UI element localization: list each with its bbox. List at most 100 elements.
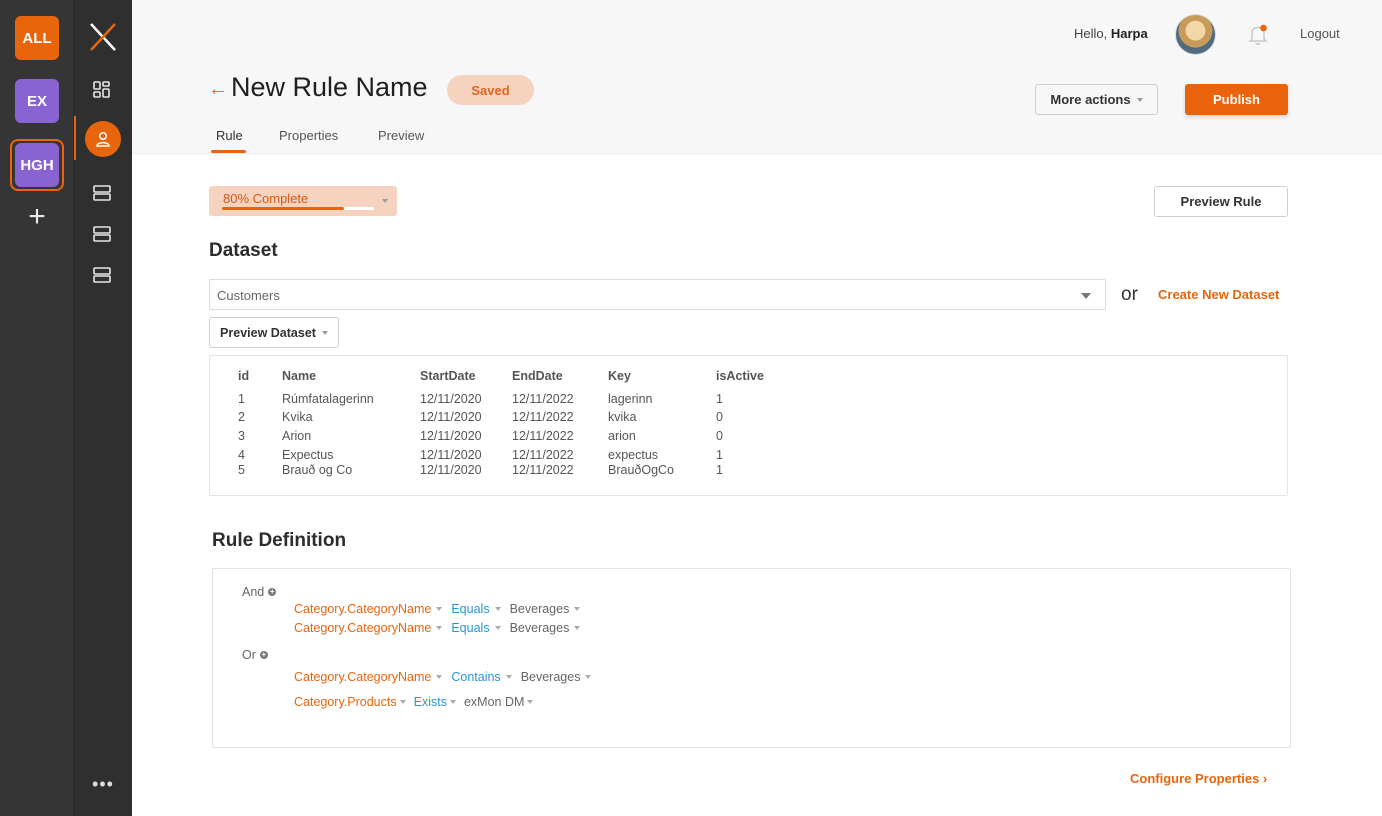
progress-dropdown[interactable]: 80% Complete (209, 186, 397, 216)
page-title: New Rule Name (231, 72, 428, 102)
progress-bar (222, 207, 374, 210)
chevron-down-icon (1136, 97, 1143, 102)
create-new-dataset-link[interactable]: Create New Dataset (1158, 287, 1279, 302)
table-cell: 1 (238, 392, 245, 406)
table-cell: 5 (238, 463, 245, 477)
logout-link[interactable]: Logout (1300, 26, 1340, 41)
dashboard-icon[interactable] (91, 79, 113, 101)
condition-value-select[interactable]: Beverages (510, 621, 570, 635)
chevron-down-icon (436, 626, 443, 630)
table-cell: 12/11/2022 (512, 429, 574, 443)
workspace-all-button[interactable]: ALL (15, 16, 59, 60)
table-cell: 2 (238, 410, 245, 424)
rule-definition-heading: Rule Definition (212, 530, 347, 551)
table-cell: 12/11/2022 (512, 448, 574, 462)
user-greeting: Hello, Harpa (1074, 26, 1148, 41)
workspace-rail: ALL EX HGH + (0, 0, 74, 816)
user-icon (96, 131, 110, 147)
column-header: id (238, 369, 250, 383)
add-workspace-button[interactable]: + (22, 202, 52, 233)
preview-dataset-label: Preview Dataset (220, 325, 316, 340)
tab-properties[interactable]: Properties (279, 128, 338, 143)
column-header: isActive (716, 369, 764, 383)
workspace-ex-button[interactable]: EX (15, 79, 59, 123)
rule-builder: And + Category.CategoryName Equals Bever… (212, 568, 1291, 748)
chevron-down-icon (574, 626, 581, 630)
table-cell: Expectus (282, 448, 334, 462)
active-tab-indicator (211, 150, 246, 153)
or-group-operator[interactable]: Or + (242, 648, 268, 662)
tab-preview[interactable]: Preview (378, 128, 424, 143)
and-group-operator[interactable]: And + (242, 585, 277, 599)
table-cell: 12/11/2020 (420, 463, 482, 477)
rule-condition: Category.CategoryName Equals Beverages (294, 621, 589, 635)
list-icon[interactable] (91, 182, 113, 204)
table-cell: arion (608, 429, 636, 443)
notification-bell-icon[interactable] (1248, 24, 1268, 46)
progress-label: 80% Complete (223, 191, 309, 206)
greeting-prefix: Hello, (1074, 26, 1108, 41)
avatar[interactable] (1175, 14, 1216, 55)
configure-properties-link[interactable]: Configure Properties › (1130, 771, 1267, 786)
condition-value-select[interactable]: Beverages (521, 670, 581, 684)
condition-operator-select[interactable]: Contains (451, 670, 500, 684)
group-operator-label: And (242, 585, 265, 599)
chevron-down-icon (585, 675, 592, 679)
app-logo-icon[interactable] (88, 22, 118, 52)
chevron-down-icon (382, 199, 388, 203)
dataset-select[interactable]: Customers (209, 279, 1106, 310)
table-cell: 1 (716, 392, 723, 406)
more-menu-button[interactable]: ••• (88, 775, 118, 793)
table-cell: 3 (238, 429, 245, 443)
table-cell: expectus (608, 448, 659, 462)
table-cell: Brauð og Co (282, 463, 353, 477)
condition-value-select[interactable]: Beverages (510, 602, 570, 616)
table-cell: Arion (282, 429, 312, 443)
nav-item-users[interactable] (85, 121, 121, 157)
group-operator-label: Or (242, 648, 256, 662)
condition-operator-select[interactable]: Equals (451, 602, 489, 616)
add-condition-icon[interactable]: + (259, 651, 268, 659)
or-separator: or (1121, 284, 1138, 305)
condition-field-select[interactable]: Category.Products (294, 695, 397, 709)
table-cell: 12/11/2022 (512, 392, 574, 406)
more-actions-button[interactable]: More actions (1035, 84, 1158, 115)
table-cell: 0 (716, 429, 723, 443)
dataset-select-value: Customers (217, 288, 280, 303)
condition-field-select[interactable]: Category.CategoryName (294, 602, 431, 616)
workspace-hgh-button[interactable]: HGH (15, 143, 59, 187)
nav-active-indicator (74, 116, 76, 160)
rule-condition: Category.CategoryName Equals Beverages (294, 602, 589, 616)
condition-field-select[interactable]: Category.CategoryName (294, 621, 431, 635)
preview-dataset-button[interactable]: Preview Dataset (209, 317, 339, 348)
chevron-down-icon (436, 607, 443, 611)
rule-condition: Category.CategoryName Contains Beverages (294, 670, 600, 684)
chevron-down-icon (574, 607, 581, 611)
chevron-down-icon (494, 607, 501, 611)
chevron-down-icon (449, 700, 456, 704)
tab-rule[interactable]: Rule (216, 128, 243, 143)
column-header: StartDate (420, 369, 476, 383)
column-header: Key (608, 369, 631, 383)
table-cell: BrauðOgCo (608, 463, 675, 477)
list-icon[interactable] (91, 264, 113, 286)
condition-operator-select[interactable]: Equals (451, 621, 489, 635)
table-cell: 4 (238, 448, 245, 462)
table-cell: 12/11/2022 (512, 410, 574, 424)
condition-field-select[interactable]: Category.CategoryName (294, 670, 431, 684)
table-cell: kvika (608, 410, 637, 424)
progress-bar-fill (222, 207, 344, 210)
table-cell: 12/11/2022 (512, 463, 574, 477)
table-cell: Rúmfatalagerinn (282, 392, 374, 406)
chevron-down-icon (527, 700, 534, 704)
publish-button[interactable]: Publish (1185, 84, 1288, 115)
add-condition-icon[interactable]: + (268, 588, 277, 596)
condition-operator-select[interactable]: Exists (414, 695, 447, 709)
table-cell: 0 (716, 410, 723, 424)
back-arrow-icon[interactable]: ← (208, 78, 228, 100)
list-icon[interactable] (91, 223, 113, 245)
column-header: Name (282, 369, 317, 383)
preview-rule-button[interactable]: Preview Rule (1154, 186, 1288, 217)
chevron-down-icon (321, 330, 328, 335)
condition-value-select[interactable]: exMon DM (464, 695, 524, 709)
